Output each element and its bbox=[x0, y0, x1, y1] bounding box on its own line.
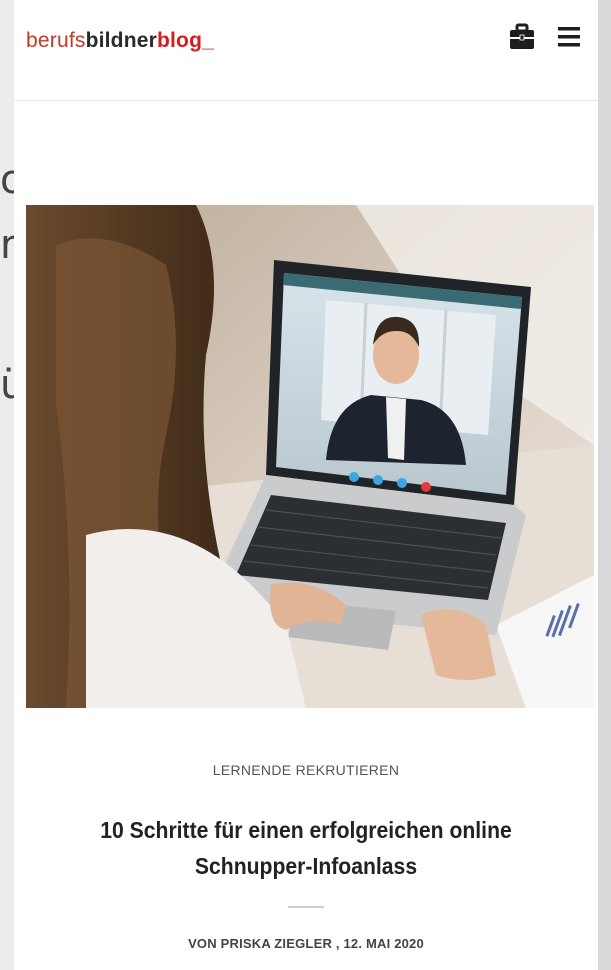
article-hero-image[interactable] bbox=[26, 205, 594, 708]
briefcase-icon[interactable] bbox=[507, 22, 537, 52]
article-title-line: 10 Schritte für einen erfolgreichen onli… bbox=[100, 817, 512, 843]
divider bbox=[288, 906, 324, 908]
article-byline: VON PRISKA ZIEGLER , 12. MAI 2020 bbox=[188, 936, 424, 951]
logo-part-berufs: berufs bbox=[26, 29, 86, 52]
logo-part-blog: blog bbox=[156, 29, 203, 52]
logo-part-underscore: _ bbox=[202, 29, 214, 52]
hamburger-menu-icon[interactable] bbox=[555, 22, 585, 52]
logo-part-bildner: bildner bbox=[85, 29, 157, 52]
site-header: berufsbildnerblog_ bbox=[14, 0, 598, 101]
article-title[interactable]: 10 Schritte für einen erfolgreichen onli… bbox=[74, 812, 538, 884]
article-category[interactable]: LERNENDE REKRUTIEREN bbox=[14, 762, 598, 778]
site-logo[interactable]: berufsbildnerblog_ bbox=[26, 28, 214, 54]
article-title-line: Schnupper-Infoanlass bbox=[194, 853, 418, 879]
mobile-viewport: berufsbildnerblog_ LERNENDE REKRUTIEREN … bbox=[14, 0, 598, 970]
